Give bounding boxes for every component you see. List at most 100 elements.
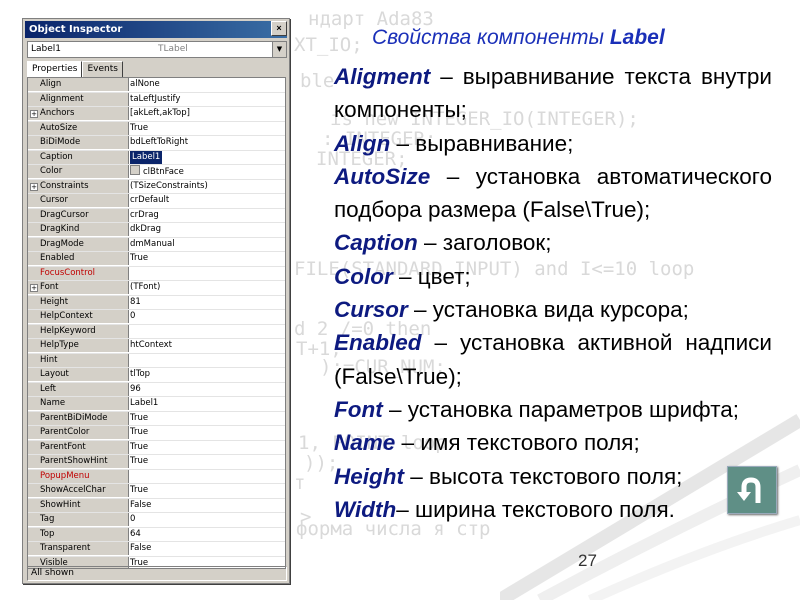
- property-value[interactable]: False: [130, 499, 151, 512]
- property-value[interactable]: dmManual: [130, 238, 175, 251]
- property-value[interactable]: 0: [130, 310, 135, 323]
- property-value[interactable]: bdLeftToRight: [130, 136, 188, 149]
- property-term: Font: [334, 396, 383, 422]
- back-button[interactable]: [727, 466, 777, 514]
- component-selector[interactable]: Label1 TLabel ▼: [27, 41, 287, 58]
- tab-properties[interactable]: Properties: [27, 61, 83, 78]
- property-name: ShowAccelChar: [28, 484, 129, 497]
- property-row[interactable]: HelpContext 0: [28, 310, 285, 325]
- property-row[interactable]: Height 81: [28, 295, 285, 310]
- expand-plus-icon[interactable]: +: [30, 284, 38, 292]
- property-explanation: – установка вида курсора;: [407, 297, 689, 323]
- property-row[interactable]: Caption Label1: [28, 150, 285, 165]
- property-name: FocusControl: [28, 266, 129, 280]
- property-description: Caption – заголовок;: [302, 226, 772, 259]
- property-value[interactable]: True: [130, 252, 148, 265]
- dropdown-arrow-icon[interactable]: ▼: [272, 42, 286, 57]
- property-value[interactable]: (TSizeConstraints): [130, 180, 208, 193]
- property-name: HelpContext: [28, 310, 129, 323]
- property-row[interactable]: Layout tlTop: [28, 368, 285, 383]
- property-name: Color: [28, 165, 129, 178]
- property-row[interactable]: Alignment taLeftJustify: [28, 92, 285, 107]
- property-row[interactable]: Name Label1: [28, 397, 285, 412]
- slide-title-prefix: Свойства компоненты: [372, 26, 610, 49]
- property-row[interactable]: HelpType htContext: [28, 339, 285, 354]
- slide-body: Aligment – выравнивание текста внутри ко…: [302, 60, 772, 526]
- property-row[interactable]: AutoSize True: [28, 121, 285, 136]
- property-row[interactable]: Left 96: [28, 382, 285, 397]
- property-name: AutoSize: [28, 121, 129, 135]
- property-row[interactable]: Constraints + (TSizeConstraints): [28, 179, 285, 194]
- property-name: DragKind: [28, 223, 129, 236]
- property-value[interactable]: dkDrag: [130, 223, 161, 236]
- property-row[interactable]: Cursor crDefault: [28, 194, 285, 209]
- property-value[interactable]: Label1: [130, 397, 158, 410]
- property-value[interactable]: (TFont): [130, 281, 160, 294]
- property-row[interactable]: PopupMenu: [28, 469, 285, 484]
- property-term: Caption: [334, 230, 418, 256]
- expand-plus-icon[interactable]: +: [30, 182, 38, 191]
- property-row[interactable]: ShowAccelChar True: [28, 484, 285, 499]
- property-value[interactable]: crDefault: [130, 194, 169, 207]
- property-term: Name: [334, 430, 396, 456]
- property-row[interactable]: ParentBiDiMode True: [28, 411, 285, 426]
- property-value[interactable]: 96: [130, 383, 141, 396]
- property-value[interactable]: True: [130, 455, 148, 468]
- status-bar: All shown: [27, 566, 287, 581]
- property-value[interactable]: True: [130, 441, 148, 454]
- property-value[interactable]: [akLeft,akTop]: [130, 107, 190, 120]
- property-value[interactable]: 0: [130, 513, 135, 526]
- property-name: Anchors +: [28, 107, 129, 120]
- property-row[interactable]: ShowHint False: [28, 498, 285, 513]
- color-swatch: [130, 165, 140, 175]
- property-row[interactable]: ParentFont True: [28, 440, 285, 455]
- property-value[interactable]: tlTop: [130, 368, 150, 381]
- property-name: Caption: [28, 150, 129, 164]
- property-term: AutoSize: [334, 163, 431, 189]
- property-row[interactable]: Font + (TFont): [28, 281, 285, 296]
- property-value[interactable]: True: [130, 426, 148, 439]
- property-term: Aligment: [334, 64, 431, 89]
- close-icon[interactable]: ×: [271, 21, 287, 36]
- property-row[interactable]: DragMode dmManual: [28, 237, 285, 252]
- property-name: Constraints +: [28, 179, 129, 193]
- property-row[interactable]: Hint: [28, 353, 285, 368]
- component-name: Label1: [31, 44, 62, 54]
- property-value[interactable]: alNone: [130, 78, 160, 91]
- property-name: Name: [28, 397, 129, 410]
- property-row[interactable]: Tag 0: [28, 513, 285, 528]
- component-type: TLabel: [158, 44, 188, 54]
- property-row[interactable]: Align alNone: [28, 78, 285, 93]
- property-name: Top: [28, 527, 129, 541]
- tab-events[interactable]: Events: [82, 61, 123, 77]
- property-value[interactable]: Label1: [130, 150, 163, 164]
- property-row[interactable]: Transparent False: [28, 542, 285, 557]
- object-inspector-window: Object Inspector × Label1 TLabel ▼ Prope…: [22, 18, 290, 584]
- property-value[interactable]: clBtnFace: [130, 165, 184, 179]
- property-row[interactable]: Color clBtnFace: [28, 165, 285, 180]
- property-row[interactable]: Anchors + [akLeft,akTop]: [28, 107, 285, 122]
- property-value[interactable]: True: [130, 122, 148, 135]
- property-row[interactable]: ParentColor True: [28, 426, 285, 441]
- property-row[interactable]: Top 64: [28, 527, 285, 542]
- property-name: Cursor: [28, 194, 129, 207]
- property-value[interactable]: taLeftJustify: [130, 93, 180, 106]
- property-row[interactable]: DragKind dkDrag: [28, 223, 285, 238]
- expand-plus-icon[interactable]: +: [30, 110, 38, 118]
- property-row[interactable]: DragCursor crDrag: [28, 208, 285, 223]
- property-row[interactable]: FocusControl: [28, 266, 285, 281]
- property-value[interactable]: False: [130, 542, 151, 555]
- property-row[interactable]: HelpKeyword: [28, 324, 285, 339]
- property-value[interactable]: crDrag: [130, 209, 159, 222]
- property-row[interactable]: Enabled True: [28, 252, 285, 267]
- property-explanation: – заголовок;: [417, 230, 552, 256]
- inspector-tabs: Properties Events: [27, 61, 123, 78]
- property-row[interactable]: ParentShowHint True: [28, 455, 285, 470]
- property-value[interactable]: True: [130, 484, 148, 497]
- property-value[interactable]: htContext: [130, 339, 172, 352]
- property-value[interactable]: True: [130, 412, 148, 425]
- property-value[interactable]: 64: [130, 528, 141, 541]
- property-value[interactable]: 81: [130, 296, 141, 309]
- property-row[interactable]: BiDiMode bdLeftToRight: [28, 136, 285, 151]
- property-explanation: – высота текстового поля;: [404, 463, 683, 489]
